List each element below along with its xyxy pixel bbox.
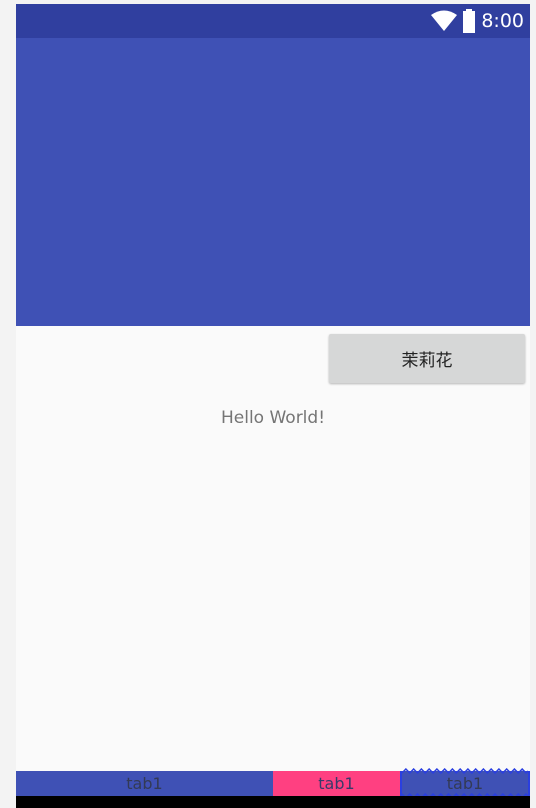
tab-label: tab1 <box>318 774 355 793</box>
status-bar: 8:00 <box>16 4 530 38</box>
main-content: 茉莉花 Hello World! <box>16 326 530 771</box>
phone-screen: 8:00 茉莉花 Hello World! tab1 tab1 tab1 <box>16 4 530 808</box>
status-clock: 8:00 <box>481 10 524 32</box>
status-icons: 8:00 <box>431 4 524 38</box>
selection-wave-top <box>402 768 528 774</box>
wifi-icon <box>431 10 458 32</box>
app-bar <box>16 38 530 326</box>
tab-label: tab1 <box>446 774 484 793</box>
bottom-tab-bar: tab1 tab1 tab1 <box>16 768 530 799</box>
jasmine-button[interactable]: 茉莉花 <box>329 334 525 383</box>
tab-third[interactable]: tab1 <box>400 768 530 799</box>
tab-second[interactable]: tab1 <box>273 771 400 796</box>
system-nav-bar <box>16 796 530 808</box>
battery-icon <box>463 9 476 33</box>
tab-label: tab1 <box>126 774 163 793</box>
tab-first[interactable]: tab1 <box>16 771 273 796</box>
hello-world-text: Hello World! <box>220 408 326 428</box>
